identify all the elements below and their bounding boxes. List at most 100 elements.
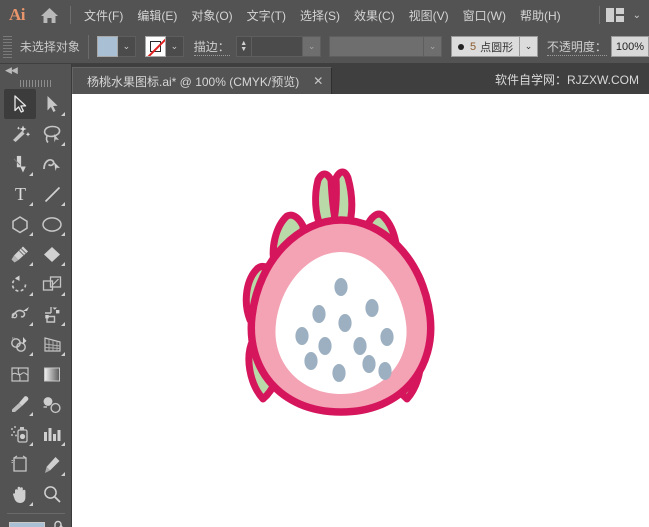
seed <box>380 328 394 346</box>
stroke-dropdown-chevron-down-icon[interactable]: ⌄ <box>165 36 184 57</box>
hand-tool[interactable] <box>4 479 36 509</box>
seed <box>304 352 318 370</box>
tool-flyout-corner-icon <box>61 322 65 326</box>
stroke-weight-input[interactable] <box>251 36 304 57</box>
slice-tool[interactable] <box>36 449 68 479</box>
artboard-tool[interactable] <box>4 449 36 479</box>
control-bar: 未选择对象 ⌄ ⌄ 描边： ▲ ▼ ⌄ ⌄ 5 点圆形 ⌄ 不透明度： 100% <box>0 30 649 64</box>
stroke-color-control[interactable]: ⌄ <box>144 36 184 57</box>
mesh-tool[interactable] <box>4 359 36 389</box>
home-icon[interactable] <box>34 0 64 30</box>
eyedropper-tool[interactable] <box>4 389 36 419</box>
selection-status-label: 未选择对象 <box>19 40 80 54</box>
fill-dropdown-chevron-down-icon[interactable]: ⌄ <box>117 36 136 57</box>
menu-item-edit[interactable]: 编辑(E) <box>130 3 184 28</box>
menu-item-object[interactable]: 对象(O) <box>184 3 239 28</box>
tool-flyout-corner-icon <box>61 292 65 296</box>
menu-bar: Ai 文件(F) 编辑(E) 对象(O) 文字(T) 选择(S) 效果(C) 视… <box>0 0 649 30</box>
seed <box>334 278 348 296</box>
seed <box>362 355 376 373</box>
fill-color-swatch[interactable] <box>96 36 118 57</box>
lasso-tool[interactable] <box>36 119 68 149</box>
document-tab-title: 杨桃水果图标.ai* @ 100% (CMYK/预览) <box>87 74 300 89</box>
tools-panel-grip[interactable] <box>0 77 71 89</box>
document-tab[interactable]: 杨桃水果图标.ai* @ 100% (CMYK/预览) ✕ <box>72 67 333 94</box>
width-tool[interactable] <box>4 299 36 329</box>
shaper-tool[interactable] <box>36 239 68 269</box>
tool-flyout-corner-icon <box>29 202 33 206</box>
line-segment-tool[interactable] <box>36 179 68 209</box>
perspective-grid-tool[interactable] <box>36 329 68 359</box>
seed <box>332 364 346 382</box>
fill-color-control[interactable]: ⌄ <box>96 36 136 57</box>
stepper-down-icon[interactable]: ▼ <box>240 46 247 53</box>
menu-item-window[interactable]: 窗口(W) <box>456 3 513 28</box>
control-bar-grip[interactable] <box>3 35 12 58</box>
seed <box>378 362 392 380</box>
ellipse-tool[interactable] <box>36 209 68 239</box>
swap-fill-stroke-icon[interactable] <box>52 520 67 527</box>
type-tool[interactable]: T <box>4 179 36 209</box>
tool-flyout-corner-icon <box>61 202 65 206</box>
blend-tool[interactable] <box>36 389 68 419</box>
opacity-input[interactable]: 100% <box>610 36 649 57</box>
fill-stroke-widget <box>0 519 72 527</box>
opacity-label[interactable]: 不透明度： <box>546 38 607 56</box>
menu-item-select[interactable]: 选择(S) <box>293 3 347 28</box>
menu-item-help[interactable]: 帮助(H) <box>513 3 568 28</box>
column-graph-tool[interactable] <box>36 419 68 449</box>
magic-wand-tool[interactable] <box>4 119 36 149</box>
stroke-weight-stepper[interactable]: ▲ ▼ <box>235 36 252 57</box>
tool-flyout-corner-icon <box>29 412 33 416</box>
menu-divider-right <box>598 6 600 24</box>
brush-definition-field[interactable]: 5 点圆形 <box>450 36 521 57</box>
shape-builder-tool[interactable] <box>4 329 36 359</box>
menu-bar-right-group: ⌄ <box>593 6 649 24</box>
document-tab-bar: 杨桃水果图标.ai* @ 100% (CMYK/预览) ✕ 软件自学网：RJZX… <box>0 64 649 94</box>
tool-flyout-corner-icon <box>29 292 33 296</box>
free-transform-tool[interactable] <box>36 299 68 329</box>
artboard-canvas[interactable] <box>72 94 649 527</box>
polygon-tool[interactable] <box>4 209 36 239</box>
tool-flyout-corner-icon <box>29 262 33 266</box>
seed <box>312 305 326 323</box>
tool-flyout-corner-icon <box>61 112 65 116</box>
seed <box>353 337 367 355</box>
close-icon[interactable]: ✕ <box>313 74 323 88</box>
menu-item-effect[interactable]: 效果(C) <box>347 3 402 28</box>
brush-name-value: 点圆形 <box>480 41 514 54</box>
menu-item-file[interactable]: 文件(F) <box>77 3 130 28</box>
watermark-text: 软件自学网：RJZXW.COM <box>495 72 639 87</box>
arrange-chevron-down-icon[interactable]: ⌄ <box>633 10 641 21</box>
fill-color-box[interactable] <box>9 522 45 527</box>
selection-tool[interactable] <box>4 89 36 119</box>
zoom-tool[interactable] <box>36 479 68 509</box>
paintbrush-tool[interactable] <box>4 239 36 269</box>
menu-item-type[interactable]: 文字(T) <box>240 3 293 28</box>
tool-flyout-corner-icon <box>61 262 65 266</box>
illustrator-window: Ai 文件(F) 编辑(E) 对象(O) 文字(T) 选择(S) 效果(C) 视… <box>0 0 649 527</box>
tool-flyout-corner-icon <box>61 142 65 146</box>
pen-tool[interactable] <box>4 149 36 179</box>
stroke-weight-label[interactable]: 描边： <box>193 38 230 56</box>
tools-panel-collapse-icon[interactable]: ◀◀ <box>0 64 71 77</box>
curvature-tool[interactable] <box>36 149 68 179</box>
tool-flyout-corner-icon <box>29 322 33 326</box>
stroke-weight-chevron-down-icon[interactable]: ⌄ <box>303 36 322 57</box>
control-divider-1 <box>87 34 89 59</box>
brush-definition-chevron-down-icon[interactable]: ⌄ <box>520 36 538 57</box>
tools-panel: ◀◀ T <box>0 64 72 527</box>
stroke-profile-chevron-down-icon[interactable]: ⌄ <box>424 36 443 57</box>
tools-panel-divider <box>7 513 65 514</box>
stroke-color-swatch-none[interactable] <box>144 36 166 57</box>
stroke-profile-field[interactable] <box>328 36 425 57</box>
scale-tool[interactable] <box>36 269 68 299</box>
menu-item-view[interactable]: 视图(V) <box>402 3 456 28</box>
symbol-sprayer-tool[interactable] <box>4 419 36 449</box>
arrange-documents-icon[interactable] <box>605 8 624 22</box>
direct-selection-tool[interactable] <box>36 89 68 119</box>
tool-flyout-corner-icon <box>29 232 33 236</box>
rotate-tool[interactable] <box>4 269 36 299</box>
gradient-tool[interactable] <box>36 359 68 389</box>
dragon-fruit-artwork[interactable] <box>72 94 649 527</box>
